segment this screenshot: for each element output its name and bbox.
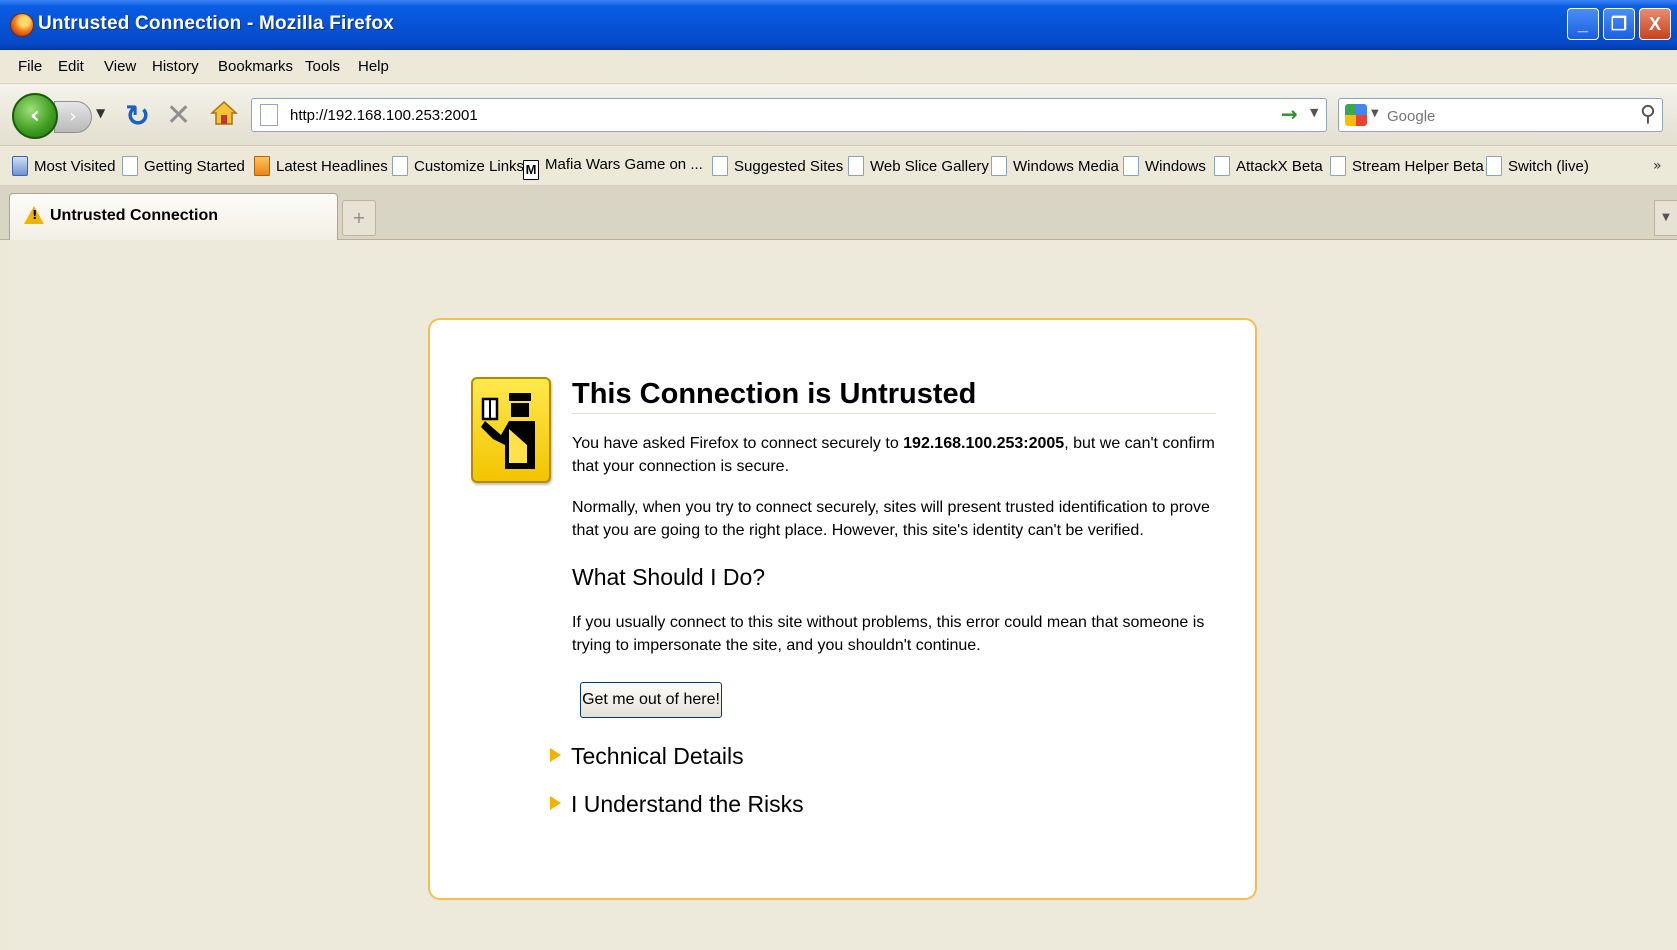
home-icon[interactable] [210, 99, 238, 127]
go-arrow-icon[interactable]: → [1281, 102, 1298, 126]
bookmark-label: Mafia Wars Game on ... [545, 156, 703, 173]
bookmark-label: Suggested Sites [734, 158, 844, 175]
menu-edit[interactable]: Edit [58, 58, 84, 75]
menu-tools[interactable]: Tools [305, 58, 340, 75]
search-input[interactable] [1385, 104, 1625, 128]
bookmarks-overflow-chevron[interactable]: » [1653, 158, 1662, 174]
mafia-wars-icon: M [523, 160, 539, 180]
bookmark-label: Web Slice Gallery [870, 158, 989, 175]
bookmark-switch-live[interactable]: Switch (live) [1486, 156, 1589, 176]
identity-officer-icon [471, 377, 551, 483]
page-icon [1486, 156, 1502, 176]
page-icon [122, 156, 138, 176]
most-visited-icon [12, 156, 28, 176]
bookmark-web-slice-gallery[interactable]: Web Slice Gallery [848, 156, 989, 176]
menu-view[interactable]: View [104, 58, 136, 75]
forward-button[interactable]: › [54, 101, 92, 133]
new-tab-button[interactable]: + [342, 200, 376, 236]
tab-list-dropdown-icon[interactable]: ▼ [1654, 200, 1677, 236]
bookmark-label: Most Visited [34, 158, 116, 175]
url-input[interactable] [288, 103, 1188, 127]
reload-icon[interactable]: ↻ [125, 99, 150, 134]
page-icon [991, 156, 1007, 176]
menu-bar: File Edit View History Bookmarks Tools H… [0, 50, 1677, 84]
bookmark-windows[interactable]: Windows [1123, 156, 1206, 176]
bookmark-windows-media[interactable]: Windows Media [991, 156, 1119, 176]
expander-label: Technical Details [571, 743, 744, 769]
host-name: 192.168.100.253:2005 [903, 435, 1065, 452]
bookmark-label: Customize Links [414, 158, 525, 175]
expand-triangle-icon [550, 796, 561, 810]
bookmark-getting-started[interactable]: Getting Started [122, 156, 245, 176]
url-bar[interactable] [251, 98, 1327, 132]
technical-details-expander[interactable]: Technical Details [550, 743, 744, 770]
bookmark-customize-links[interactable]: Customize Links [392, 156, 524, 176]
tab-bar: ! Untrusted Connection + ▼ [0, 186, 1677, 240]
bookmark-label: AttackX Beta [1236, 158, 1323, 175]
menu-bookmarks[interactable]: Bookmarks [218, 58, 293, 75]
bookmark-label: Stream Helper Beta [1352, 158, 1484, 175]
bookmark-latest-headlines[interactable]: Latest Headlines [254, 156, 388, 176]
error-explanation-paragraph: Normally, when you try to connect secure… [572, 499, 1210, 539]
page-icon [392, 156, 408, 176]
page-icon [1123, 156, 1139, 176]
menu-file[interactable]: File [18, 58, 42, 75]
what-should-i-do-heading: What Should I Do? [572, 564, 766, 590]
firefox-window: Untrusted Connection - Mozilla Firefox _… [0, 0, 1677, 950]
expand-triangle-icon [550, 748, 561, 762]
error-intro-paragraph: You have asked Firefox to connect secure… [572, 432, 1216, 478]
maximize-button[interactable]: ❐ [1603, 8, 1635, 40]
minimize-button[interactable]: _ [1567, 8, 1599, 40]
advice-paragraph: If you usually connect to this site with… [572, 614, 1205, 654]
search-icon[interactable]: ⚲ [1640, 102, 1656, 127]
navigation-toolbar: › ‹ ▼ ↻ ✕ → ▼ ▼ ⚲ [0, 84, 1677, 146]
bookmark-mafia-wars[interactable]: M Mafia Wars Game on ... [523, 156, 703, 180]
bookmark-label: Windows Media [1013, 158, 1119, 175]
error-title: This Connection is Untrusted [572, 378, 977, 410]
google-icon[interactable] [1345, 104, 1367, 126]
bookmark-label: Latest Headlines [276, 158, 388, 175]
tab-untrusted-connection[interactable]: ! Untrusted Connection [9, 193, 338, 240]
page-icon [1330, 156, 1346, 176]
menu-help[interactable]: Help [358, 58, 389, 75]
stop-icon[interactable]: ✕ [166, 98, 191, 133]
bookmark-label: Switch (live) [1508, 158, 1589, 175]
back-button[interactable]: ‹ [12, 93, 58, 139]
page-icon [712, 156, 728, 176]
understand-risks-expander[interactable]: I Understand the Risks [550, 791, 804, 818]
firefox-icon [10, 13, 34, 37]
title-divider [572, 413, 1216, 414]
rss-feed-icon [254, 156, 270, 176]
tab-label: Untrusted Connection [50, 207, 218, 224]
menu-history[interactable]: History [152, 58, 199, 75]
bookmark-attackx-beta[interactable]: AttackX Beta [1214, 156, 1323, 176]
bookmark-suggested-sites[interactable]: Suggested Sites [712, 156, 843, 176]
get-me-out-button[interactable]: Get me out of here! [580, 682, 722, 718]
search-engine-dropdown-icon[interactable]: ▼ [1371, 108, 1379, 119]
window-title: Untrusted Connection - Mozilla Firefox [38, 13, 394, 34]
bookmark-stream-helper-beta[interactable]: Stream Helper Beta [1330, 156, 1484, 176]
page-icon [1214, 156, 1230, 176]
close-button[interactable]: X [1639, 8, 1671, 40]
title-bar[interactable]: Untrusted Connection - Mozilla Firefox _… [0, 0, 1677, 50]
intro-text: You have asked Firefox to connect secure… [572, 435, 904, 452]
bookmark-label: Getting Started [144, 158, 245, 175]
url-dropdown-icon[interactable]: ▼ [1310, 106, 1318, 119]
warning-mark: ! [32, 208, 38, 222]
page-icon [260, 104, 278, 126]
history-dropdown-icon[interactable]: ▼ [96, 106, 105, 120]
expander-label: I Understand the Risks [571, 791, 804, 817]
search-bar[interactable]: ▼ ⚲ [1338, 98, 1663, 132]
bookmarks-toolbar: Most Visited Getting Started Latest Head… [0, 146, 1677, 186]
page-icon [848, 156, 864, 176]
bookmark-most-visited[interactable]: Most Visited [12, 156, 115, 176]
bookmark-label: Windows [1145, 158, 1206, 175]
